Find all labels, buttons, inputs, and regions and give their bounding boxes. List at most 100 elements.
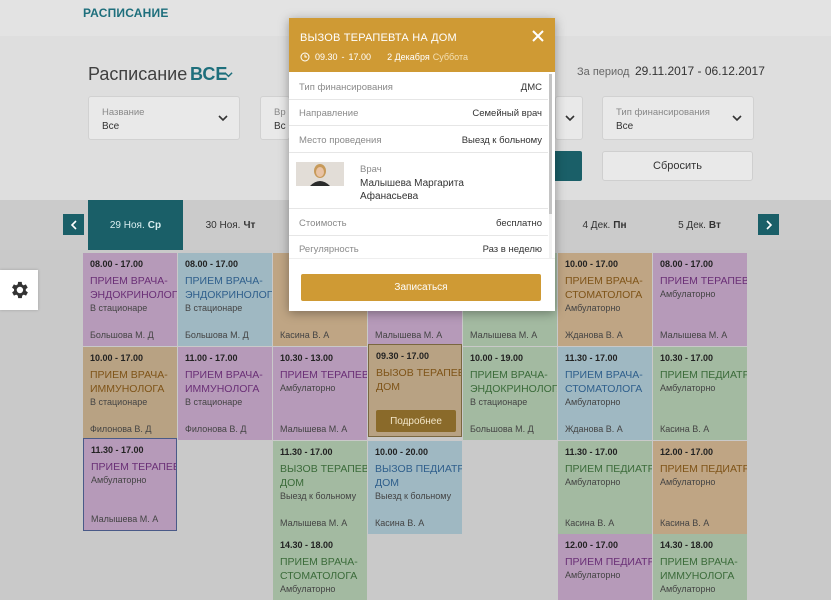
day-tab[interactable]: 5 Дек. Вт xyxy=(652,200,747,250)
filter-label: Вр xyxy=(274,107,286,118)
chevron-down-icon xyxy=(565,115,575,122)
cell-time: 08.00 - 17.00 xyxy=(660,259,714,269)
reset-button[interactable]: Сбросить xyxy=(602,151,753,181)
cell-title: ПРИЕМ ВРАЧА-СТОМАТОЛОГА xyxy=(565,275,643,301)
cell-time: 10.30 - 13.00 xyxy=(280,353,334,363)
cell-doctor: Малышева М. А xyxy=(91,514,159,524)
modal-time-end: 17.00 xyxy=(348,52,372,62)
close-icon[interactable] xyxy=(531,29,545,43)
schedule-cell[interactable]: 10.00 - 19.00 ПРИЕМ ВРАЧА-ЭНДОКРИНОЛОГА … xyxy=(463,347,557,440)
modal-date: 2 Декабря xyxy=(387,52,430,62)
details-button[interactable]: Подробнее xyxy=(376,410,456,432)
schedule-cell[interactable]: 10.30 - 17.00 ПРИЕМ ПЕДИАТРА Амбулаторно… xyxy=(653,347,747,440)
day-date: 29 Ноя. xyxy=(109,219,145,231)
filter-label: Тип финансирования xyxy=(616,107,710,118)
schedule-cell[interactable]: 10.00 - 20.00 ВЫЗОВ ПЕДИАТРА НА ДОМ Выез… xyxy=(368,441,462,534)
schedule-cell[interactable]: 08.00 - 17.00 ПРИЕМ ВРАЧА-ЭНДОКРИНОЛОГА … xyxy=(83,253,177,346)
schedule-cell[interactable]: 11.30 - 17.00 ВЫЗОВ ТЕРАПЕВТА НА ДОМ Вые… xyxy=(273,441,367,534)
cell-time: 11.00 - 17.00 xyxy=(185,353,238,363)
next-week-button[interactable] xyxy=(758,214,779,235)
cell-doctor: Касина В. А xyxy=(565,518,615,528)
cell-place: В стационаре xyxy=(185,303,243,313)
sign-up-button[interactable]: Записаться xyxy=(301,274,541,301)
cell-time: 11.30 - 17.00 xyxy=(565,447,618,457)
schedule-filter-dropdown[interactable]: ВСЕ xyxy=(190,64,227,85)
modal-scrollbar[interactable] xyxy=(549,74,552,274)
day-tab[interactable]: 30 Ноя. Чт xyxy=(183,200,278,250)
cell-doctor: Большова М. Д xyxy=(185,330,249,340)
detail-label: Стоимость xyxy=(299,218,347,229)
apply-button[interactable] xyxy=(553,151,582,181)
filter-doctor[interactable]: Вр Вс xyxy=(260,96,290,140)
detail-label: Место проведения xyxy=(299,135,382,146)
cell-title: ПРИЕМ ВРАЧА-ЭНДОКРИНОЛОГА xyxy=(90,275,177,301)
detail-value: бесплатно xyxy=(495,218,542,229)
detail-label: Регулярность xyxy=(299,244,359,255)
modal-subtitle: 09.30 - 17.00 2 Декабря Суббота xyxy=(300,52,468,62)
clock-icon xyxy=(300,52,310,62)
cell-doctor: Касина В. А xyxy=(660,518,710,528)
doctor-info: Врач Малышева Маргарита Афанасьева xyxy=(289,154,548,209)
cell-doctor: Филонова В. Д xyxy=(185,424,247,434)
detail-value: Раз в неделю xyxy=(482,244,542,255)
cell-title: ПРИЕМ ВРАЧА-СТОМАТОЛОГА xyxy=(565,369,643,395)
detail-row: Тип финансирования ДМС xyxy=(289,74,548,100)
schedule-cell[interactable]: 12.00 - 17.00 ПРИЕМ ПЕДИАТРА Амбулаторно xyxy=(558,534,652,600)
schedule-cell[interactable]: 14.30 - 18.00 ПРИЕМ ВРАЧА-ИММУНОЛОГА Амб… xyxy=(653,534,747,600)
schedule-cell[interactable]: 10.30 - 13.00 ПРИЕМ ТЕРАПЕВТА Амбулаторн… xyxy=(273,347,367,440)
day-weekday: Чт xyxy=(243,219,256,231)
day-weekday: Вт xyxy=(708,219,721,231)
schedule-cell[interactable]: 11.30 - 17.00 ПРИЕМ ТЕРАПЕВТА Амбулаторн… xyxy=(83,438,177,531)
schedule-cell[interactable]: 10.00 - 17.00 ПРИЕМ ВРАЧА-СТОМАТОЛОГА Ам… xyxy=(558,253,652,346)
modal-weekday: Суббота xyxy=(432,52,468,62)
schedule-cell[interactable]: 08.00 - 17.00 ПРИЕМ ТЕРАПЕВТА Амбулаторн… xyxy=(653,253,747,346)
filter-financing[interactable]: Тип финансирования Все xyxy=(602,96,754,140)
cell-place: Амбулаторно xyxy=(565,570,621,580)
day-tab-active[interactable]: 29 Ноя. Ср xyxy=(88,200,183,250)
cell-place: Амбулаторно xyxy=(660,477,716,487)
schedule-cell[interactable]: 08.00 - 17.00 ПРИЕМ ВРАЧА-ЭНДОКРИНОЛОГА … xyxy=(178,253,272,346)
modal-footer: Записаться xyxy=(289,258,555,311)
cell-title: ПРИЕМ ВРАЧА-ИММУНОЛОГА xyxy=(90,369,168,395)
cell-doctor: Жданова В. А xyxy=(565,424,623,434)
cell-place: Амбулаторно xyxy=(565,303,621,313)
schedule-cell-active[interactable]: 09.30 - 17.00 ВЫЗОВ ТЕРАПЕВТА НА ДОМ Под… xyxy=(368,344,462,437)
detail-value: ДМС xyxy=(520,82,542,93)
cell-doctor: Малышева М. А xyxy=(660,330,728,340)
brand-title[interactable]: РАСПИСАНИЕ xyxy=(83,6,169,20)
cell-place: Амбулаторно xyxy=(280,383,336,393)
cell-time: 10.30 - 17.00 xyxy=(660,353,714,363)
cell-doctor: Малышева М. А xyxy=(280,424,348,434)
detail-value: Выезд к больному xyxy=(461,135,542,146)
cell-title: ПРИЕМ ПЕДИАТРА xyxy=(565,463,652,475)
schedule-cell[interactable]: 11.00 - 17.00 ПРИЕМ ВРАЧА-ИММУНОЛОГА В с… xyxy=(178,347,272,440)
settings-button[interactable] xyxy=(0,270,38,310)
cell-doctor: Малышева М. А xyxy=(280,518,348,528)
day-date: 5 Дек. xyxy=(678,219,706,231)
cell-time: 08.00 - 17.00 xyxy=(185,259,239,269)
cell-title: ПРИЕМ ПЕДИАТРА xyxy=(660,369,747,381)
doctor-photo xyxy=(296,162,344,186)
chevron-down-icon[interactable] xyxy=(224,70,233,79)
schedule-cell[interactable]: 12.00 - 17.00 ПРИЕМ ПЕДИАТРА Амбулаторно… xyxy=(653,441,747,534)
cell-doctor: Филонова В. Д xyxy=(90,424,152,434)
event-details-modal: ВЫЗОВ ТЕРАПЕВТА НА ДОМ 09.30 - 17.00 2 Д… xyxy=(289,18,555,311)
cell-doctor: Касина В. А xyxy=(660,424,710,434)
cell-place: Амбулаторно xyxy=(565,397,621,407)
cell-place: Амбулаторно xyxy=(660,383,716,393)
filter-value: Вс xyxy=(274,121,286,132)
schedule-cell[interactable]: 11.30 - 17.00 ПРИЕМ ПЕДИАТРА Амбулаторно… xyxy=(558,441,652,534)
time-separator: - xyxy=(341,52,345,62)
scrollbar-thumb[interactable] xyxy=(549,74,552,214)
period-value[interactable]: 29.11.2017 - 06.12.2017 xyxy=(635,64,765,78)
schedule-cell[interactable]: 11.30 - 17.00 ПРИЕМ ВРАЧА-СТОМАТОЛОГА Ам… xyxy=(558,347,652,440)
filter-partial[interactable] xyxy=(555,96,583,140)
cell-place: Амбулаторно xyxy=(565,477,621,487)
filter-name[interactable]: Название Все xyxy=(88,96,240,140)
prev-week-button[interactable] xyxy=(63,214,84,235)
cell-doctor: Большова М. Д xyxy=(90,330,154,340)
schedule-cell[interactable]: 14.30 - 18.00 ПРИЕМ ВРАЧА-СТОМАТОЛОГА Ам… xyxy=(273,534,367,600)
schedule-cell[interactable]: 10.00 - 17.00 ПРИЕМ ВРАЧА-ИММУНОЛОГА В с… xyxy=(83,347,177,440)
cell-title: ПРИЕМ ВРАЧА-ЭНДОКРИНОЛОГА xyxy=(470,369,557,395)
day-tab[interactable]: 4 Дек. Пн xyxy=(557,200,652,250)
